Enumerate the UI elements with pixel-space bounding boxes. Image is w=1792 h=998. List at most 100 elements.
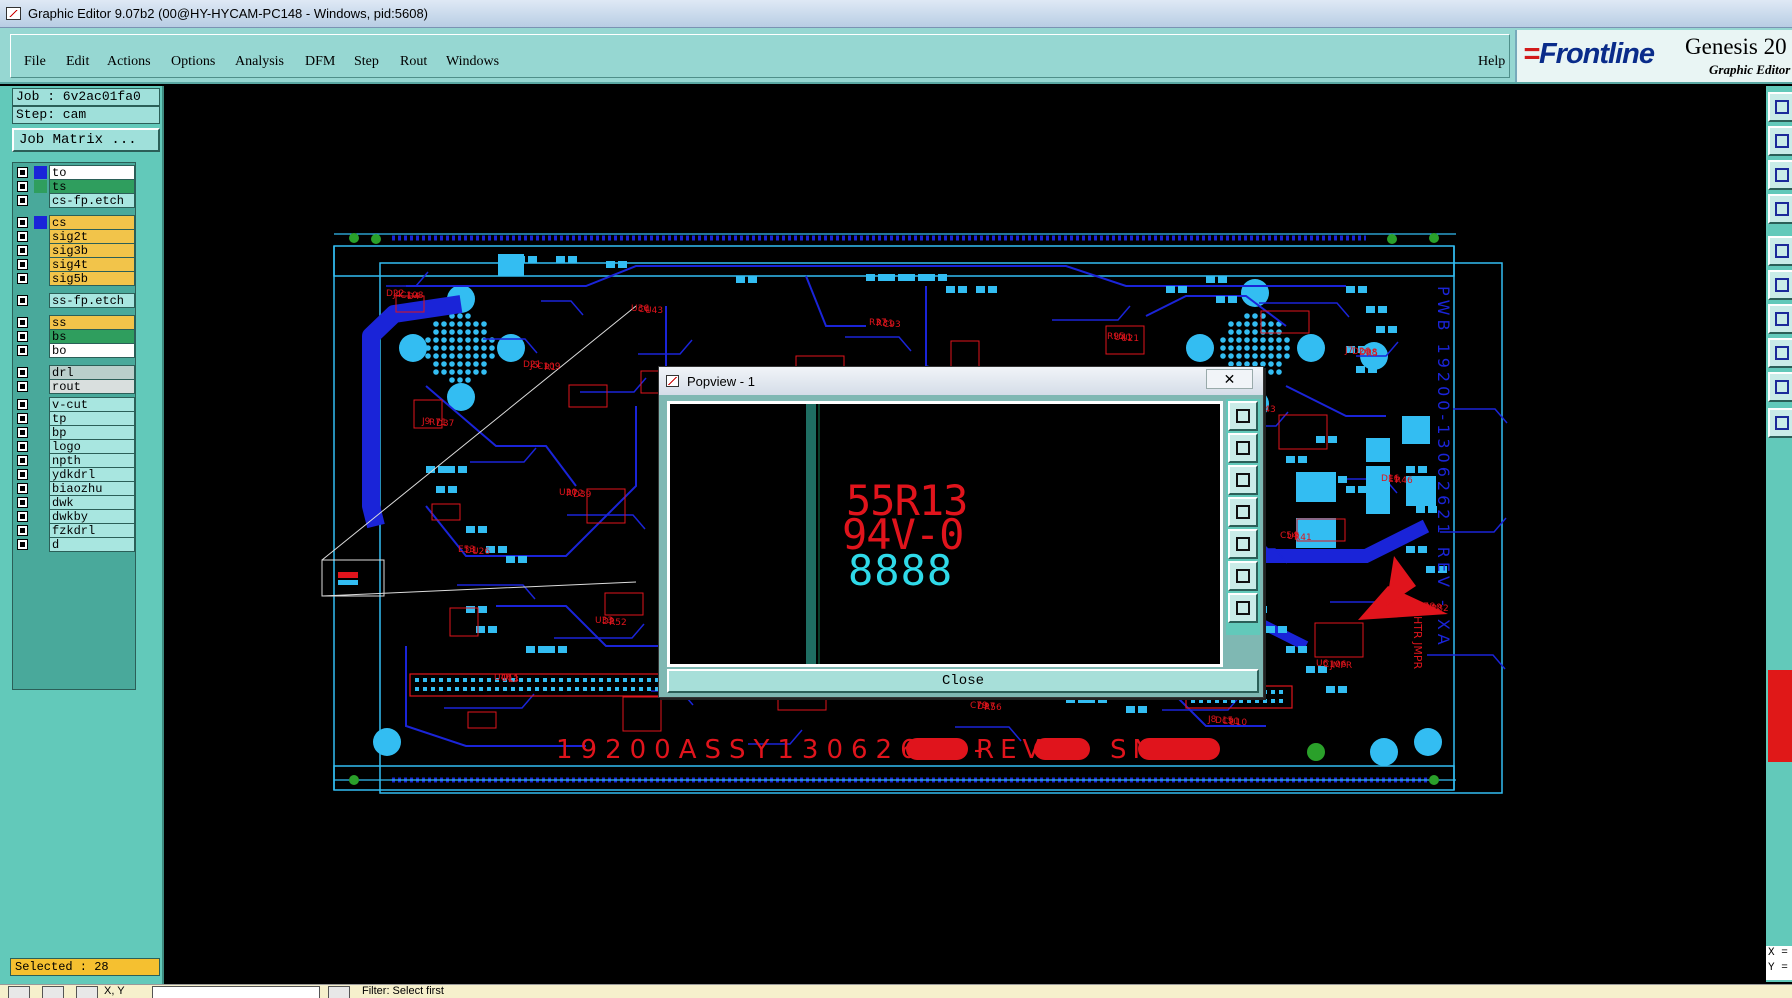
layer-name[interactable]: sig4t: [49, 257, 135, 272]
layer-checkbox[interactable]: [17, 245, 28, 256]
menu-edit[interactable]: Edit: [66, 54, 89, 70]
layer-row-ss-fp.etch[interactable]: ss-fp.etch: [15, 293, 135, 308]
layer-name[interactable]: d: [49, 537, 135, 552]
layer-name[interactable]: drl: [49, 365, 135, 380]
layer-checkbox[interactable]: [17, 181, 28, 192]
menu-windows[interactable]: Windows: [446, 54, 499, 70]
popview-close-button[interactable]: Close: [667, 669, 1259, 693]
menu-actions[interactable]: Actions: [107, 54, 151, 70]
layer-checkbox[interactable]: [17, 483, 28, 494]
pointer-icon[interactable]: [1768, 408, 1792, 438]
layer-name[interactable]: cs-fp.etch: [49, 193, 135, 208]
layer-row-dwk[interactable]: dwk: [15, 495, 135, 510]
select-icon[interactable]: [1768, 92, 1792, 122]
layer-row-d[interactable]: d: [15, 537, 135, 552]
layer-name[interactable]: dwkby: [49, 509, 135, 524]
layer-row-logo[interactable]: logo: [15, 439, 135, 454]
menu-file[interactable]: File: [24, 54, 46, 70]
layer-checkbox[interactable]: [17, 295, 28, 306]
layer-checkbox[interactable]: [17, 525, 28, 536]
layer-name[interactable]: cs: [49, 215, 135, 230]
line-icon[interactable]: [1768, 304, 1792, 334]
layer-row-bs[interactable]: bs: [15, 329, 135, 344]
job-matrix-button[interactable]: Job Matrix ...: [12, 128, 160, 152]
move-icon[interactable]: [1768, 126, 1792, 156]
layer-checkbox[interactable]: [17, 331, 28, 342]
menu-dfm[interactable]: DFM: [305, 54, 335, 70]
zoom-in-icon[interactable]: [1228, 401, 1258, 431]
zoom-out-icon[interactable]: [1228, 593, 1258, 623]
layer-row-bp[interactable]: bp: [15, 425, 135, 440]
layer-row-tp[interactable]: tp: [15, 411, 135, 426]
layer-name[interactable]: dwk: [49, 495, 135, 510]
layer-name[interactable]: bo: [49, 343, 135, 358]
pan-left-icon[interactable]: [1228, 497, 1258, 527]
layer-checkbox[interactable]: [17, 539, 28, 550]
layer-checkbox[interactable]: [17, 217, 28, 228]
layer-checkbox[interactable]: [17, 167, 28, 178]
layer-checkbox[interactable]: [17, 455, 28, 466]
layer-row-npth[interactable]: npth: [15, 453, 135, 468]
layer-row-sig2t[interactable]: sig2t: [15, 229, 135, 244]
layer-checkbox[interactable]: [17, 231, 28, 242]
layer-row-cs[interactable]: cs: [15, 215, 135, 230]
layer-name[interactable]: v-cut: [49, 397, 135, 412]
menu-options[interactable]: Options: [171, 54, 215, 70]
layer-name[interactable]: sig5b: [49, 271, 135, 286]
zoom-fit-icon[interactable]: [1228, 561, 1258, 591]
layer-checkbox[interactable]: [17, 497, 28, 508]
layer-checkbox[interactable]: [17, 367, 28, 378]
layer-row-to[interactable]: to: [15, 165, 135, 180]
measure-icon[interactable]: [1768, 194, 1792, 224]
layer-row-ss[interactable]: ss: [15, 315, 135, 330]
pan-down-icon[interactable]: [1228, 465, 1258, 495]
layer-row-bo[interactable]: bo: [15, 343, 135, 358]
coordinate-input[interactable]: [152, 986, 320, 998]
layer-checkbox[interactable]: [17, 195, 28, 206]
layer-row-drl[interactable]: drl: [15, 365, 135, 380]
layer-row-sig3b[interactable]: sig3b: [15, 243, 135, 258]
layer-row-biaozhu[interactable]: biaozhu: [15, 481, 135, 496]
status-button-1[interactable]: [8, 986, 30, 998]
layer-name[interactable]: bs: [49, 329, 135, 344]
layer-name[interactable]: fzkdrl: [49, 523, 135, 538]
layer-name[interactable]: npth: [49, 453, 135, 468]
layer-row-sig5b[interactable]: sig5b: [15, 271, 135, 286]
status-button-3[interactable]: [76, 986, 98, 998]
layer-name[interactable]: sig3b: [49, 243, 135, 258]
layer-name[interactable]: to: [49, 165, 135, 180]
menu-analysis[interactable]: Analysis: [235, 54, 284, 70]
layer-name[interactable]: biaozhu: [49, 481, 135, 496]
triangle-icon[interactable]: [1768, 372, 1792, 402]
pan-right-icon[interactable]: [1228, 529, 1258, 559]
layer-name[interactable]: ts: [49, 179, 135, 194]
layer-checkbox[interactable]: [17, 259, 28, 270]
layer-checkbox[interactable]: [17, 441, 28, 452]
layer-row-cs-fp.etch[interactable]: cs-fp.etch: [15, 193, 135, 208]
popview-titlebar[interactable]: Popview - 1: [659, 367, 1263, 395]
status-button-2[interactable]: [42, 986, 64, 998]
layer-row-fzkdrl[interactable]: fzkdrl: [15, 523, 135, 538]
layer-row-rout[interactable]: rout: [15, 379, 135, 394]
pan-up-icon[interactable]: [1228, 433, 1258, 463]
layer-checkbox[interactable]: [17, 345, 28, 356]
popview-viewport[interactable]: 55R13 94V-0 8888: [667, 401, 1223, 667]
layer-checkbox[interactable]: [17, 399, 28, 410]
layer-checkbox[interactable]: [17, 469, 28, 480]
layer-checkbox[interactable]: [17, 413, 28, 424]
layer-row-dwkby[interactable]: dwkby: [15, 509, 135, 524]
layer-checkbox[interactable]: [17, 427, 28, 438]
layer-name[interactable]: ydkdrl: [49, 467, 135, 482]
layer-checkbox[interactable]: [17, 511, 28, 522]
layer-name[interactable]: ss-fp.etch: [49, 293, 135, 308]
menu-help[interactable]: Help: [1478, 54, 1505, 70]
arc-icon[interactable]: [1768, 338, 1792, 368]
layer-name[interactable]: rout: [49, 379, 135, 394]
circle-icon[interactable]: [1768, 236, 1792, 266]
layer-name[interactable]: bp: [49, 425, 135, 440]
snap-icon[interactable]: [1768, 270, 1792, 300]
menu-rout[interactable]: Rout: [400, 54, 427, 70]
layer-row-sig4t[interactable]: sig4t: [15, 257, 135, 272]
layer-name[interactable]: sig2t: [49, 229, 135, 244]
layer-name[interactable]: tp: [49, 411, 135, 426]
